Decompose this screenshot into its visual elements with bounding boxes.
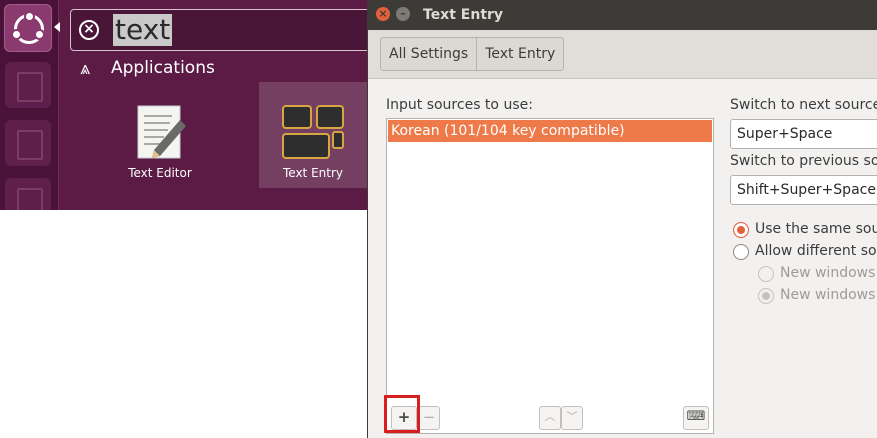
use-same-source-label: Use the same sour: [755, 221, 877, 237]
add-button-highlight-box: [384, 395, 420, 433]
applications-category-icon: ⩓: [80, 58, 91, 79]
minimize-window-icon[interactable]: –: [396, 7, 410, 21]
new-windows-radio-1[interactable]: [758, 266, 774, 282]
breadcrumb-all-settings[interactable]: All Settings: [381, 38, 476, 70]
input-sources-label: Input sources to use:: [386, 97, 533, 113]
settings-toolbar: All Settings Text Entry: [368, 30, 877, 79]
use-same-source-radio[interactable]: [733, 222, 749, 238]
new-windows-label-2: New windows: [780, 287, 876, 303]
search-input[interactable]: text: [113, 14, 173, 46]
dash-search-box[interactable]: × text: [70, 9, 367, 51]
ubuntu-logo-button[interactable]: [4, 4, 52, 52]
unity-dash: × text ⩓ Applications Text Editor Text E…: [0, 0, 367, 210]
input-source-row[interactable]: Korean (101/104 key compatible): [388, 120, 712, 142]
launcher-files-icon[interactable]: [5, 62, 51, 108]
remove-input-source-button[interactable]: −: [418, 406, 440, 430]
input-sources-toolbar: + − ︿ ﹀ ⌨: [387, 403, 713, 433]
close-window-icon[interactable]: ×: [376, 7, 390, 21]
switch-previous-source-shortcut-field[interactable]: Shift+Super+Space: [730, 175, 877, 205]
switch-next-source-shortcut-field[interactable]: Super+Space: [730, 119, 877, 149]
text-editor-icon: [137, 105, 186, 159]
launcher-calc-icon[interactable]: [5, 178, 51, 210]
switch-next-source-label: Switch to next source: [730, 97, 877, 113]
launcher-active-arrow-icon: [54, 22, 60, 32]
breadcrumb: All Settings Text Entry: [380, 37, 565, 71]
app-label-text-entry: Text Entry: [282, 166, 343, 180]
window-title: Text Entry: [423, 7, 504, 23]
input-sources-list[interactable]: Korean (101/104 key compatible) + − ︿ ﹀ …: [386, 118, 714, 434]
app-tile-text-entry[interactable]: Text Entry: [259, 82, 367, 188]
switch-previous-source-label: Switch to previous so: [730, 153, 877, 169]
allow-different-sources-label: Allow different so: [755, 243, 877, 259]
app-label-text-editor: Text Editor: [128, 166, 192, 180]
ubuntu-logo-icon: [11, 11, 45, 44]
clear-search-icon[interactable]: ×: [79, 20, 99, 40]
move-up-button[interactable]: ︿: [539, 406, 561, 430]
launcher: [0, 0, 60, 210]
launcher-writer-icon[interactable]: [5, 120, 51, 166]
window-titlebar[interactable]: × – Text Entry: [368, 0, 877, 30]
text-entry-keyboard-icon: [282, 105, 344, 159]
new-windows-radio-2[interactable]: [758, 288, 774, 304]
text-entry-settings-window: × – Text Entry All Settings Text Entry I…: [367, 0, 877, 438]
applications-category-label: Applications: [111, 58, 215, 78]
new-windows-label-1: New windows: [780, 265, 876, 281]
allow-different-sources-radio[interactable]: [733, 244, 749, 260]
move-down-button[interactable]: ﹀: [561, 406, 583, 430]
keyboard-layout-button[interactable]: ⌨: [683, 406, 709, 430]
app-tile-text-editor[interactable]: Text Editor: [106, 82, 214, 188]
breadcrumb-text-entry[interactable]: Text Entry: [476, 38, 563, 70]
